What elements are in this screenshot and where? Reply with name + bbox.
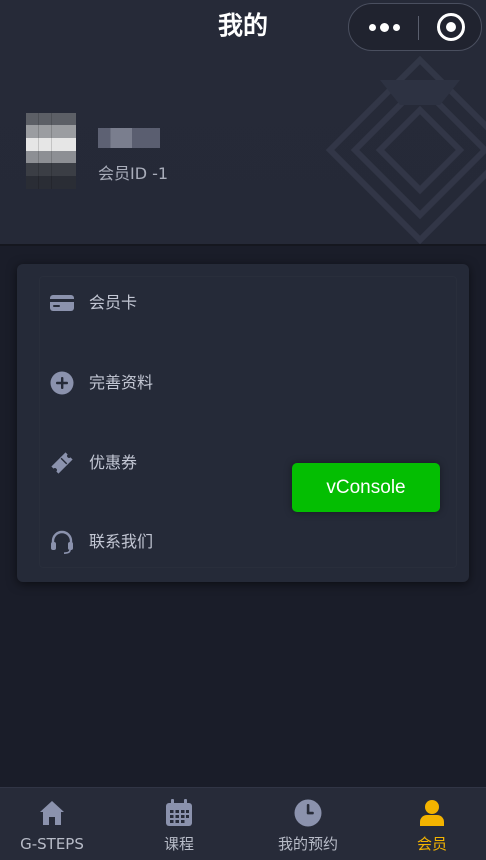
page: 我的 会员ID -1 会员卡 完善资料 优惠券 联系我们 vConsole G-…	[0, 0, 486, 860]
menu-item-label: 会员卡	[89, 293, 138, 312]
profile-header: 我的 会员ID -1	[0, 0, 486, 246]
menu-item-member-card[interactable]: 会员卡	[49, 283, 349, 323]
calendar-icon	[164, 798, 194, 828]
tab-label: 我的预约	[277, 835, 338, 853]
tab-member[interactable]: 会员	[402, 788, 462, 860]
tab-bar: G-STEPS 课程 我的预约 会员	[0, 787, 486, 860]
tab-my-bookings[interactable]: 我的预约	[266, 788, 350, 860]
card-icon	[49, 290, 75, 316]
vconsole-button[interactable]: vConsole	[292, 463, 440, 512]
menu-item-contact-us[interactable]: 联系我们	[49, 522, 349, 562]
clock-icon	[293, 798, 323, 828]
menu-item-complete-profile[interactable]: 完善资料	[49, 363, 349, 403]
menu-item-label: 优惠券	[89, 453, 138, 472]
tab-label: G-STEPS	[20, 835, 84, 853]
user-icon	[417, 798, 447, 828]
tab-g-steps[interactable]: G-STEPS	[12, 788, 92, 860]
menu-item-label: 完善资料	[89, 373, 154, 392]
tab-label: 课程	[163, 835, 194, 853]
member-id-label: 会员ID -1	[98, 164, 169, 183]
home-icon	[37, 798, 67, 828]
nickname-blurred	[98, 128, 160, 148]
tab-courses[interactable]: 课程	[149, 788, 209, 860]
capsule-divider	[418, 16, 419, 40]
header-divider	[0, 244, 486, 246]
menu-card: 会员卡 完善资料 优惠券 联系我们	[17, 264, 469, 582]
mini-program-capsule	[348, 3, 482, 51]
diamond-badge-icon	[325, 55, 486, 245]
avatar[interactable]	[26, 113, 76, 189]
plus-circle-icon	[49, 370, 75, 396]
headset-icon	[49, 529, 75, 555]
more-dots-icon[interactable]	[349, 4, 419, 50]
capsule-close-icon[interactable]	[437, 13, 465, 41]
ticket-icon	[49, 450, 75, 476]
menu-item-label: 联系我们	[89, 532, 154, 551]
tab-label: 会员	[416, 835, 447, 853]
